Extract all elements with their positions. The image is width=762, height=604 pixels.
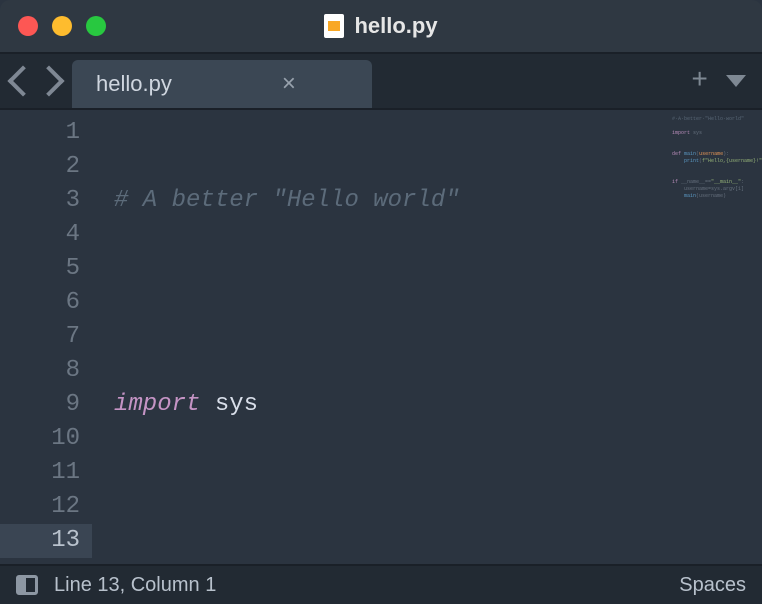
tab-close-icon[interactable]: × xyxy=(282,70,296,98)
tab-bar-right: + xyxy=(691,54,762,108)
line-number: 11 xyxy=(0,456,80,490)
line-number: 7 xyxy=(0,320,80,354)
line-number: 3 xyxy=(0,184,80,218)
window-controls xyxy=(18,16,106,36)
line-number: 8 xyxy=(0,354,80,388)
line-number-gutter: 12345678910111213 xyxy=(0,110,92,564)
code-line: # A better "Hello world" xyxy=(92,184,762,218)
titlebar: hello.py xyxy=(0,0,762,52)
line-number: 2 xyxy=(0,150,80,184)
line-number: 13 xyxy=(0,524,92,558)
line-number: 9 xyxy=(0,388,80,422)
line-number: 1 xyxy=(0,116,80,150)
nav-forward-icon[interactable] xyxy=(33,65,64,96)
zoom-window-button[interactable] xyxy=(86,16,106,36)
code-line xyxy=(92,592,762,604)
minimize-window-button[interactable] xyxy=(52,16,72,36)
code-area[interactable]: # A better "Hello world" import sys def … xyxy=(92,110,762,564)
sidebar-toggle-icon[interactable] xyxy=(16,575,38,595)
window-title: hello.py xyxy=(0,13,762,39)
history-nav xyxy=(0,54,72,108)
close-window-button[interactable] xyxy=(18,16,38,36)
line-number: 4 xyxy=(0,218,80,252)
new-tab-icon[interactable]: + xyxy=(691,66,708,97)
code-line xyxy=(92,286,762,320)
window-title-text: hello.py xyxy=(354,13,437,39)
line-number: 12 xyxy=(0,490,80,524)
code-line: import sys xyxy=(92,388,762,422)
line-number: 6 xyxy=(0,286,80,320)
tab-menu-icon[interactable] xyxy=(726,75,746,87)
tab-bar: hello.py × + xyxy=(0,52,762,110)
line-number: 10 xyxy=(0,422,80,456)
code-line xyxy=(92,490,762,524)
tab-label: hello.py xyxy=(96,71,172,97)
line-number: 5 xyxy=(0,252,80,286)
sublime-file-icon xyxy=(324,14,344,38)
editor[interactable]: 12345678910111213 # A better "Hello worl… xyxy=(0,110,762,564)
tab-active[interactable]: hello.py × xyxy=(72,60,372,108)
